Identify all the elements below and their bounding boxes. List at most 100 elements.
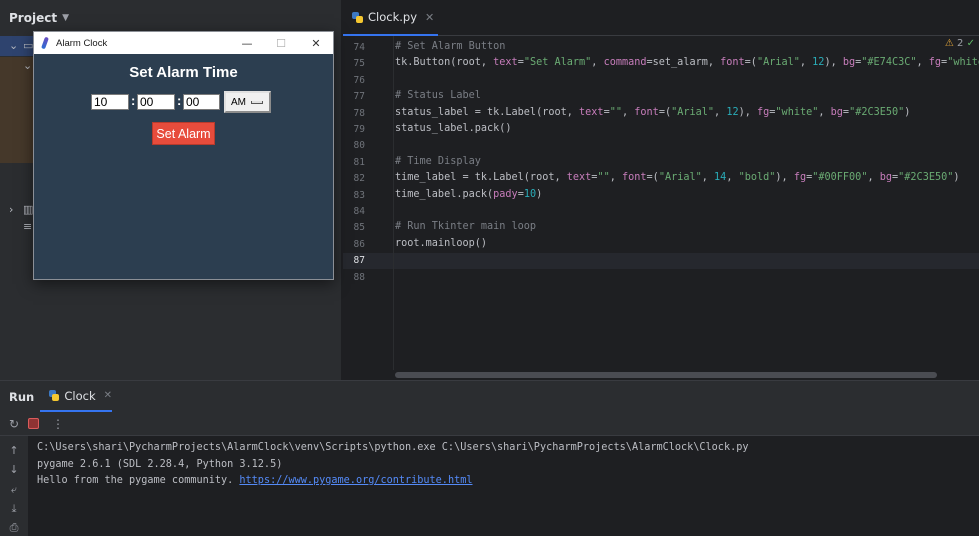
code-token: ), bbox=[738, 106, 757, 118]
warning-count: 2 bbox=[957, 38, 964, 49]
code-token: tk.Button(root, bbox=[395, 57, 494, 69]
close-icon[interactable]: ✕ bbox=[425, 11, 434, 24]
horizontal-scrollbar[interactable] bbox=[395, 372, 937, 378]
tab-clock-py[interactable]: Clock.py ✕ bbox=[343, 0, 438, 36]
code-token: "" bbox=[597, 172, 610, 184]
library-icon: ▥ bbox=[23, 203, 34, 216]
close-icon[interactable]: ✕ bbox=[104, 390, 112, 401]
code-token: time_label.pack( bbox=[395, 188, 494, 200]
code-token: , bbox=[726, 172, 739, 184]
code-token: , bbox=[799, 57, 813, 69]
run-tab-clock[interactable]: Clock ✕ bbox=[40, 381, 112, 412]
console-text: pygame 2.6.1 (SDL 2.28.4, Python 3.12.5) bbox=[37, 458, 283, 470]
code-line: root.mainloop() bbox=[395, 236, 487, 252]
line-number: 78 bbox=[353, 107, 365, 119]
code-token: "white" bbox=[775, 106, 819, 118]
tk-feather-icon bbox=[40, 37, 50, 49]
code-token: "bold" bbox=[738, 172, 776, 184]
console-output[interactable]: C:\Users\shari\PycharmProjects\AlarmCloc… bbox=[37, 440, 967, 490]
minimize-button[interactable]: — bbox=[230, 32, 264, 54]
code-token: 10 bbox=[523, 188, 537, 200]
ampm-option-menu[interactable]: AM bbox=[224, 91, 271, 113]
hour-input[interactable]: 10 bbox=[91, 94, 129, 110]
code-line: # Status Label bbox=[395, 88, 481, 104]
second-input[interactable]: 00 bbox=[183, 94, 220, 110]
window-title: Alarm Clock bbox=[56, 37, 108, 49]
run-title: Run bbox=[9, 390, 35, 404]
line-number: 86 bbox=[353, 238, 365, 250]
option-menu-indicator-icon bbox=[251, 101, 263, 104]
tree-row-highlight: ⌄ bbox=[0, 57, 36, 163]
code-token: , bbox=[714, 106, 727, 118]
line-number: 84 bbox=[353, 206, 365, 217]
line-number: 83 bbox=[353, 189, 365, 201]
arrow-down-icon[interactable]: ↓ bbox=[7, 463, 21, 477]
code-token: , bbox=[867, 172, 880, 184]
minute-input[interactable]: 00 bbox=[137, 94, 175, 110]
code-line: # Run Tkinter main loop bbox=[395, 219, 536, 235]
line-number: 75 bbox=[353, 58, 365, 70]
stop-icon[interactable] bbox=[28, 418, 39, 429]
scratches-icon: ≡ bbox=[23, 220, 33, 233]
code-token: 12 bbox=[812, 57, 825, 69]
time-separator: : bbox=[131, 93, 136, 108]
inspection-widget[interactable]: ⚠ 2 ✓ bbox=[945, 38, 975, 49]
tab-label: Clock.py bbox=[368, 10, 418, 24]
code-token: font bbox=[622, 172, 647, 184]
more-options-icon[interactable]: ⋮ bbox=[51, 417, 65, 431]
code-token: command bbox=[603, 57, 647, 69]
warning-icon: ⚠ bbox=[944, 38, 954, 49]
code-token: , bbox=[591, 57, 604, 69]
code-token: bg bbox=[842, 57, 856, 69]
code-area[interactable]: # Set Alarm Button tk.Button(root, text="… bbox=[395, 36, 979, 370]
code-token: "Arial" bbox=[756, 57, 800, 69]
alarm-heading: Set Alarm Time bbox=[129, 64, 238, 81]
chevron-down-icon[interactable]: ⌄ bbox=[23, 59, 32, 72]
line-number: 81 bbox=[353, 156, 365, 168]
console-link[interactable]: https://www.pygame.org/contribute.html bbox=[239, 475, 472, 486]
code-token: "#E74C3C" bbox=[861, 57, 917, 69]
console-text: C:\Users\shari\PycharmProjects\AlarmCloc… bbox=[37, 442, 749, 453]
gutter-divider bbox=[393, 36, 394, 370]
code-token: fg bbox=[757, 106, 770, 118]
chevron-right-icon[interactable]: › bbox=[9, 203, 13, 216]
code-token: , bbox=[818, 106, 831, 118]
scroll-to-end-icon[interactable]: ⤓ bbox=[7, 502, 21, 516]
print-icon[interactable]: ⎙ bbox=[7, 521, 21, 535]
chevron-down-icon[interactable]: ⌄ bbox=[9, 39, 18, 52]
code-token: =( bbox=[744, 57, 757, 69]
run-panel-header: Run Clock ✕ bbox=[0, 381, 979, 412]
code-token: =( bbox=[658, 106, 672, 118]
line-number: 76 bbox=[353, 74, 365, 86]
set-alarm-button[interactable]: Set Alarm bbox=[152, 122, 215, 145]
code-token: # Run Tkinter main loop bbox=[395, 221, 537, 233]
chevron-down-icon[interactable]: ▼ bbox=[62, 13, 69, 23]
line-number: 80 bbox=[353, 140, 365, 152]
editor-tabbar: Clock.py ✕ bbox=[343, 0, 979, 36]
code-token: "white" bbox=[947, 57, 979, 69]
close-button[interactable]: ✕ bbox=[299, 32, 333, 54]
code-token: ), bbox=[824, 57, 843, 69]
maximize-button[interactable]: ☐ bbox=[264, 32, 298, 54]
code-token: # Status Label bbox=[395, 90, 481, 102]
line-number: 85 bbox=[353, 222, 365, 234]
rerun-icon[interactable]: ↻ bbox=[7, 417, 21, 431]
code-token: "" bbox=[609, 106, 622, 118]
arrow-up-icon[interactable]: ↑ bbox=[7, 444, 21, 458]
code-token: , bbox=[701, 172, 715, 184]
line-number: 79 bbox=[353, 124, 365, 135]
python-file-icon bbox=[49, 390, 60, 401]
code-line: status_label.pack() bbox=[395, 121, 512, 137]
code-token: text bbox=[566, 172, 592, 184]
code-token: "#2C3E50" bbox=[849, 106, 905, 118]
code-token: status_label.pack() bbox=[395, 123, 512, 134]
tree-row-selected[interactable]: ⌄ ▭ bbox=[0, 36, 36, 56]
code-token: status_label = tk.Label(root, bbox=[395, 106, 580, 118]
soft-wrap-icon[interactable]: ⤶ bbox=[7, 483, 21, 497]
console-line: C:\Users\shari\PycharmProjects\AlarmCloc… bbox=[37, 440, 967, 457]
code-token: ) bbox=[536, 188, 543, 200]
console-text: Hello from the pygame community. bbox=[37, 475, 240, 486]
window-titlebar[interactable]: Alarm Clock — ☐ ✕ bbox=[34, 32, 333, 54]
code-token: root.mainloop() bbox=[395, 237, 488, 249]
python-file-icon bbox=[352, 11, 363, 23]
